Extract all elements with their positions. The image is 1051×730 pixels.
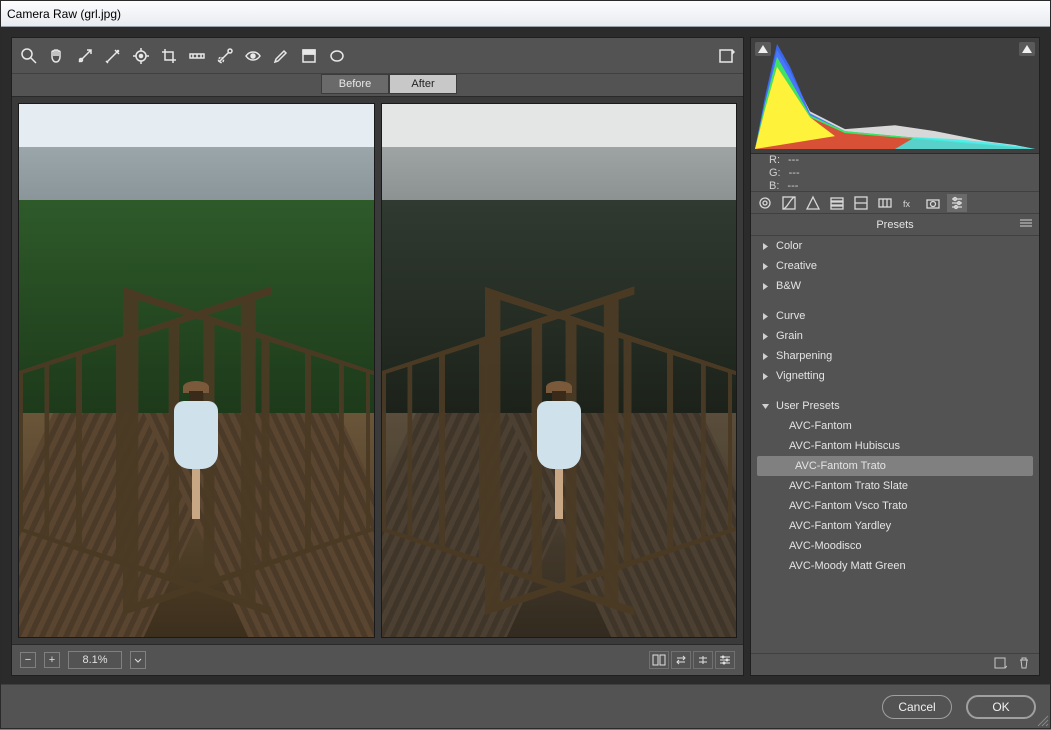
preset-item[interactable]: AVC-Fantom Trato Slate [751,476,1039,496]
cat-vignetting[interactable]: Vignetting [751,366,1039,386]
before-tab[interactable]: Before [321,74,389,94]
copy-settings-icon[interactable] [693,651,713,669]
delete-preset-icon[interactable] [1017,656,1031,673]
tab-basic[interactable] [755,194,775,212]
zoom-tool-icon[interactable] [20,47,38,65]
before-image[interactable] [18,103,375,638]
panel-tabs: fx [751,192,1039,214]
panel-menu-icon[interactable] [1019,218,1033,231]
tab-detail[interactable] [803,194,823,212]
zoom-dropdown[interactable] [130,651,146,669]
zoom-level[interactable]: 8.1% [68,651,122,669]
cancel-button[interactable]: Cancel [882,695,952,719]
cat-color[interactable]: Color [751,236,1039,256]
shadow-clip-warning-icon[interactable] [755,42,771,56]
cat-grain[interactable]: Grain [751,326,1039,346]
adjustment-brush-tool-icon[interactable] [272,47,290,65]
tab-hsl[interactable] [827,194,847,212]
straighten-tool-icon[interactable] [188,47,206,65]
cat-user-presets[interactable]: User Presets [751,396,1039,416]
white-balance-tool-icon[interactable] [76,47,94,65]
swap-before-after-icon[interactable] [671,651,691,669]
zoom-in-button[interactable]: + [44,652,60,668]
preset-item[interactable]: AVC-Fantom Yardley [751,516,1039,536]
presets-list[interactable]: Color Creative B&W Curve Grain Sharpenin… [751,236,1039,653]
preset-item[interactable]: AVC-Fantom [751,416,1039,436]
zoom-out-button[interactable]: − [20,652,36,668]
panel-header: Presets [751,214,1039,236]
window-title: Camera Raw (grl.jpg) [7,7,121,21]
preferences-icon[interactable] [717,47,735,65]
tab-lens[interactable] [875,194,895,212]
toolbar [12,38,743,74]
preview-pane: Before After [11,37,744,676]
red-eye-tool-icon[interactable] [244,47,262,65]
tab-split[interactable] [851,194,871,212]
new-preset-icon[interactable] [993,656,1007,673]
histogram[interactable] [751,38,1039,154]
toggle-settings-icon[interactable] [715,651,735,669]
svg-text:fx: fx [903,199,911,209]
cat-sharpening[interactable]: Sharpening [751,346,1039,366]
tab-camera[interactable] [923,194,943,212]
target-adjust-tool-icon[interactable] [132,47,150,65]
radial-filter-tool-icon[interactable] [328,47,346,65]
preset-item[interactable]: AVC-Fantom Vsco Trato [751,496,1039,516]
hand-tool-icon[interactable] [48,47,66,65]
graduated-filter-tool-icon[interactable] [300,47,318,65]
cat-creative[interactable]: Creative [751,256,1039,276]
ok-button[interactable]: OK [966,695,1036,719]
side-panel: R:--- G:--- B:--- fx Presets [750,37,1040,676]
preset-item[interactable]: AVC-Moodisco [751,536,1039,556]
panel-title: Presets [876,219,913,231]
after-image[interactable] [381,103,738,638]
preset-item[interactable]: AVC-Fantom Hubiscus [751,436,1039,456]
tab-curve[interactable] [779,194,799,212]
cat-curve[interactable]: Curve [751,306,1039,326]
after-tab[interactable]: After [389,74,457,94]
window-titlebar: Camera Raw (grl.jpg) [1,1,1050,27]
preset-item[interactable]: AVC-Moody Matt Green [751,556,1039,576]
tab-fx[interactable]: fx [899,194,919,212]
compare-view-icon[interactable] [649,651,669,669]
tab-presets[interactable] [947,194,967,212]
cat-bw[interactable]: B&W [751,276,1039,296]
color-sampler-tool-icon[interactable] [104,47,122,65]
resize-grip-icon[interactable] [1035,713,1049,727]
spot-removal-tool-icon[interactable] [216,47,234,65]
rgb-readout: R:--- G:--- B:--- [751,154,1039,192]
highlight-clip-warning-icon[interactable] [1019,42,1035,56]
preset-item-selected[interactable]: AVC-Fantom Trato [757,456,1033,476]
crop-tool-icon[interactable] [160,47,178,65]
